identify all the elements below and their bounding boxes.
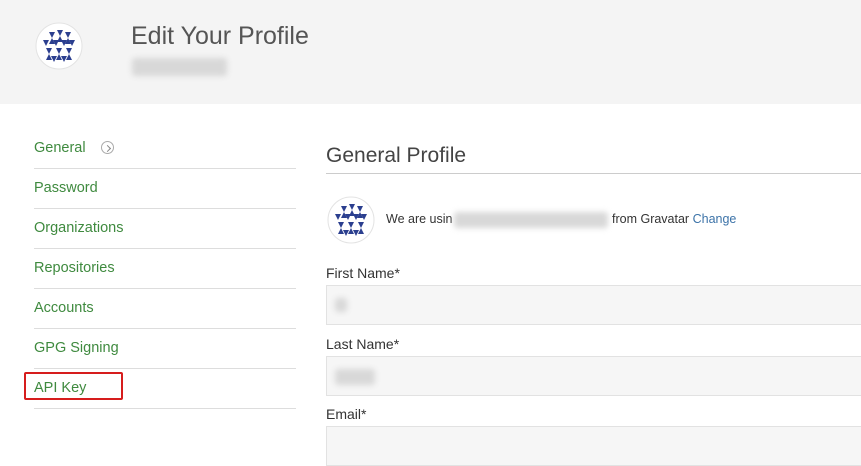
sidebar-item-gpg-signing[interactable]: GPG Signing [34,329,296,369]
gravatar-avatar-icon [327,196,375,244]
sidebar-item-label: Accounts [34,300,94,316]
api-key-highlight-box [24,372,123,400]
sidebar-item-password[interactable]: Password [34,169,296,209]
sidebar-item-organizations[interactable]: Organizations [34,209,296,249]
section-divider [326,173,861,174]
sidebar-item-label: Password [34,180,98,196]
chevron-right-icon [101,141,114,154]
sidebar-item-label: Repositories [34,260,115,276]
page-title: Edit Your Profile [131,22,309,50]
first-name-field[interactable] [326,285,861,325]
sidebar-item-accounts[interactable]: Accounts [34,289,296,329]
last-name-field[interactable] [326,356,861,396]
redacted-username [132,58,227,76]
email-label: Email* [326,406,367,422]
section-title: General Profile [326,144,467,167]
sidebar-item-repositories[interactable]: Repositories [34,249,296,289]
gravatar-from-text: from Gravatar [612,212,690,226]
sidebar-item-label: GPG Signing [34,340,119,356]
general-profile-form: General Profile We are usin from Gravata… [326,140,861,466]
profile-header: Edit Your Profile [0,0,861,104]
gravatar-source: from Gravatar Change [612,212,736,226]
change-gravatar-link[interactable]: Change [693,212,737,226]
gravatar-text: We are usin [386,212,453,226]
gravatar-row: We are usin from Gravatar Change [326,195,861,245]
logo-avatar-icon [35,22,83,70]
first-name-label: First Name* [326,265,400,281]
redacted-email [454,212,608,228]
last-name-label: Last Name* [326,336,400,352]
sidebar-item-label: Organizations [34,220,124,236]
sidebar-item-general[interactable]: General [34,129,296,169]
profile-sidebar: General Password Organizations Repositor… [34,129,296,409]
sidebar-item-label: General [34,140,86,156]
email-field[interactable] [326,426,861,466]
redacted-last-name [335,369,375,385]
redacted-first-name [335,298,347,312]
